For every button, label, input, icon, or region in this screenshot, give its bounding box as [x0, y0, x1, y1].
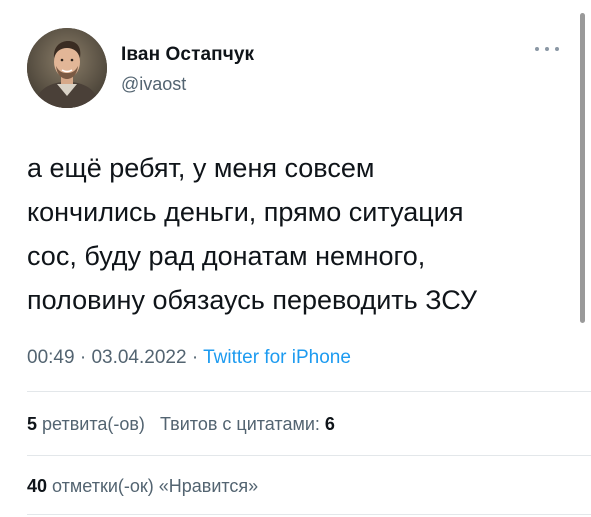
avatar[interactable]	[27, 28, 107, 108]
meta-separator: ·	[191, 347, 199, 368]
likes-stats[interactable]: 40 отметки(-ок) «Нравится»	[27, 476, 258, 497]
more-options-icon[interactable]	[535, 43, 559, 55]
divider	[27, 455, 591, 456]
meta-separator: ·	[79, 347, 87, 368]
tweet-time[interactable]: 00:49	[27, 347, 75, 368]
likes-label: отметки(-ок) «Нравится»	[52, 476, 259, 496]
user-avatar-photo-icon	[27, 28, 107, 108]
retweets-label: ретвита(-ов)	[42, 414, 145, 434]
tweet-meta: 00:49 · 03.04.2022 · Twitter for iPhone	[27, 347, 351, 369]
tweet-date[interactable]: 03.04.2022	[91, 347, 186, 368]
tweet-source-link[interactable]: Twitter for iPhone	[203, 347, 351, 368]
tweet-text-line: сос, буду рад донатам немного,	[27, 241, 426, 271]
tweet-text-line: половину обязаусь переводить ЗСУ	[27, 285, 477, 315]
tweet-text-line: а ещё ребят, у меня совсем	[27, 153, 375, 183]
dot	[535, 47, 539, 51]
tweet-text: а ещё ребят, у меня совсем кончились ден…	[27, 146, 572, 322]
divider	[27, 391, 591, 392]
dot	[555, 47, 559, 51]
quotes-label: Твитов с цитатами:	[159, 414, 320, 434]
retweets-count: 5	[27, 414, 38, 434]
author-handle[interactable]: @ivaost	[121, 74, 186, 95]
likes-count: 40	[27, 476, 48, 496]
divider	[27, 514, 591, 515]
tweet-text-line: кончились деньги, прямо ситуация	[27, 197, 464, 227]
tweet-detail: Іван Остапчук @ivaost а ещё ребят, у мен…	[0, 0, 591, 517]
retweets-link[interactable]: 5 ретвита(-ов)	[27, 414, 145, 434]
dot	[545, 47, 549, 51]
quotes-count: 6	[324, 414, 335, 434]
scrollbar[interactable]	[580, 13, 585, 323]
retweet-stats: 5 ретвита(-ов) Твитов с цитатами: 6	[27, 414, 335, 435]
quotes-link[interactable]: Твитов с цитатами: 6	[160, 414, 335, 434]
author-name[interactable]: Іван Остапчук	[121, 44, 254, 66]
